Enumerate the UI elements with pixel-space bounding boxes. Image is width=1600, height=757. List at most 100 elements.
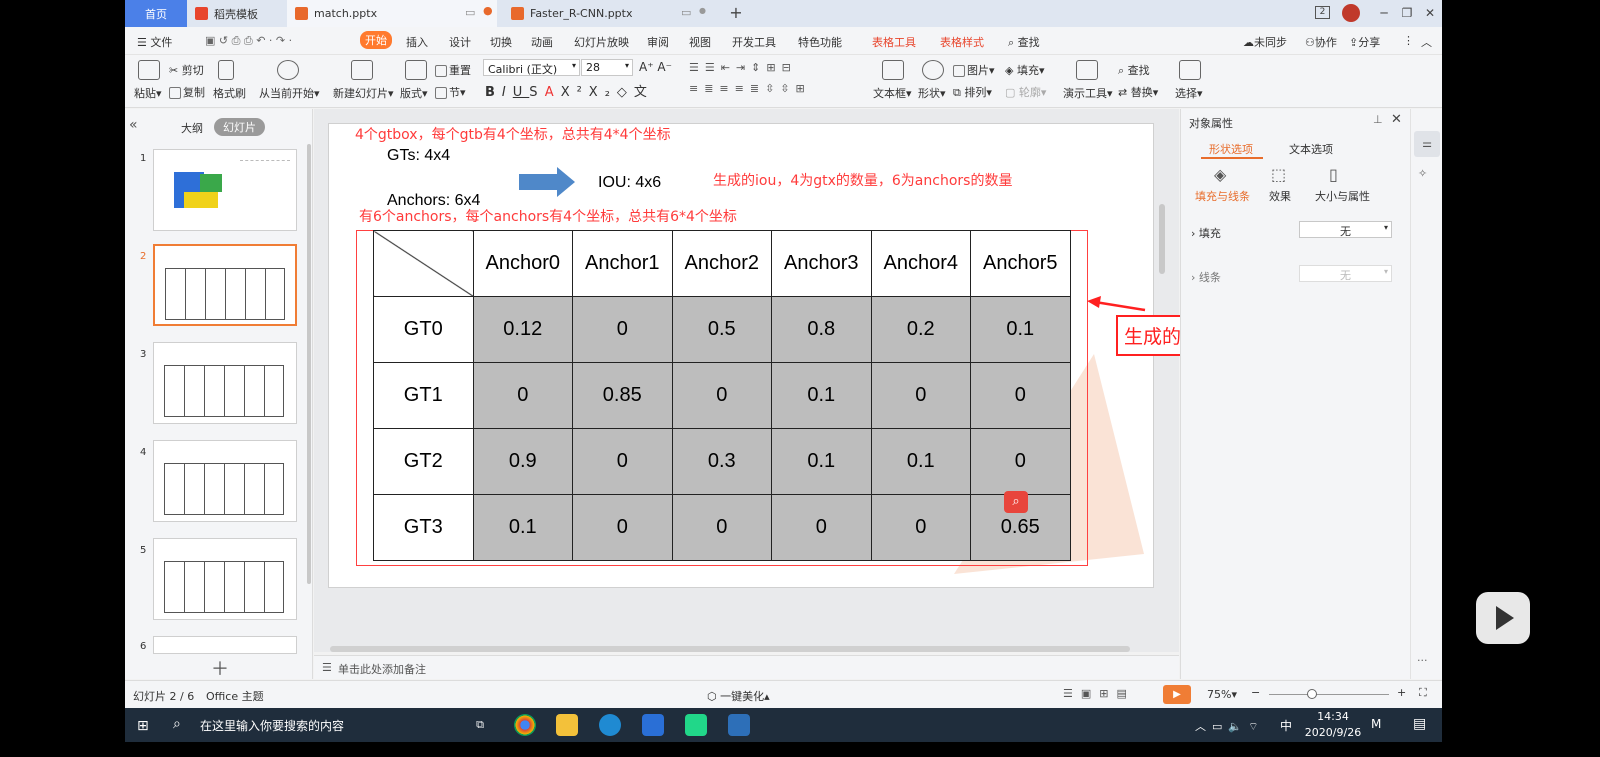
beautify-button[interactable]: ⬡ 一键美化▴ <box>707 688 770 704</box>
minimize-icon[interactable]: ─ <box>1375 4 1393 22</box>
paste-icon[interactable] <box>138 60 160 80</box>
font-size-buttons[interactable]: A⁺ A⁻ <box>639 60 672 74</box>
notes-bar[interactable]: ☰ 单击此处添加备注 <box>314 655 1179 679</box>
pycharm-icon[interactable] <box>685 714 707 736</box>
new-tab-button[interactable]: + <box>727 4 745 22</box>
select-button[interactable]: 选择▾ <box>1175 85 1203 101</box>
table-cell[interactable]: 0.1 <box>771 362 872 429</box>
clock-date[interactable]: 2020/9/26 <box>1293 726 1373 739</box>
paste-button[interactable]: 粘贴▾ <box>134 85 162 101</box>
header-cell[interactable]: Anchor5 <box>970 230 1071 297</box>
table-cell[interactable]: 0 <box>970 428 1071 495</box>
taskbar-search[interactable]: 在这里输入你要搜索的内容 <box>200 717 344 734</box>
shape-button[interactable]: 形状▾ <box>918 85 946 101</box>
magnifier-icon[interactable]: ⌕ <box>1004 491 1028 513</box>
menu-search[interactable]: ⌕ 查找 <box>1008 34 1040 50</box>
table-cell[interactable]: 0 <box>572 296 673 363</box>
align-buttons[interactable]: ≡≣≡≡≣⇳⇳⊞ <box>689 82 811 95</box>
row-label[interactable]: GT1 <box>373 362 474 429</box>
row-label[interactable]: GT0 <box>373 296 474 363</box>
tab-home[interactable]: 首页 <box>125 0 187 27</box>
collapse-ribbon-icon[interactable]: ︿ <box>1421 34 1432 50</box>
reset-button[interactable]: 重置 <box>435 62 471 78</box>
sync-status[interactable]: ☁未同步 <box>1243 34 1287 50</box>
table-cell[interactable]: 0 <box>572 428 673 495</box>
zoom-slider-thumb[interactable] <box>1307 689 1317 699</box>
table-cell[interactable]: 0 <box>572 494 673 561</box>
copy-button[interactable]: 复制 <box>169 84 205 100</box>
menu-design[interactable]: 设计 <box>449 34 471 50</box>
table-cell[interactable]: 0.2 <box>870 296 971 363</box>
window-count-badge[interactable]: 2 <box>1315 6 1330 19</box>
slide-panel-scrollbar[interactable] <box>307 144 311 584</box>
fill-and-line-tab[interactable]: 填充与线条 <box>1195 188 1250 204</box>
restore-icon[interactable]: ❐ <box>1398 4 1416 22</box>
textbox-button[interactable]: 文本框▾ <box>873 85 912 101</box>
more-icon[interactable]: ⋮ <box>1403 34 1414 47</box>
match-quality-table[interactable]: Anchor0 Anchor1 Anchor2 Anchor3 Anchor4 … <box>373 230 1071 561</box>
pin-side-icon[interactable]: ✧ <box>1418 167 1427 180</box>
table-cell[interactable]: 0 <box>472 362 573 429</box>
replace-button[interactable]: ⇄ 替换▾ <box>1118 84 1158 100</box>
table-cell[interactable]: 0.1 <box>472 494 573 561</box>
zoom-in-button[interactable]: + <box>1397 686 1406 699</box>
edge-icon[interactable] <box>599 714 621 736</box>
collab-button[interactable]: ⚇协作 <box>1305 34 1337 50</box>
table-cell[interactable]: 0 <box>671 362 772 429</box>
effects-tab[interactable]: 效果 <box>1269 188 1291 204</box>
outline-tab[interactable]: 大纲 <box>181 120 203 136</box>
pin-icon[interactable]: ⊥ <box>1373 113 1383 126</box>
fill-section[interactable]: › 填充 <box>1191 225 1221 241</box>
ime-indicator[interactable]: 中 <box>1280 717 1292 734</box>
share-button[interactable]: ⇪分享 <box>1349 34 1380 50</box>
slide-thumbnail-2[interactable] <box>153 244 297 326</box>
zoom-slider[interactable] <box>1269 694 1389 695</box>
play-from-start-icon[interactable] <box>277 60 299 80</box>
header-cell[interactable]: Anchor4 <box>870 230 971 297</box>
system-tray-icons[interactable]: ︿▭🔈⌔ <box>1195 718 1264 734</box>
slide-thumbnail-4[interactable] <box>153 440 297 522</box>
font-format-buttons[interactable]: BIUSAX²X₂◇文 <box>485 81 654 100</box>
windows-start-icon[interactable]: ⊞ <box>137 718 149 734</box>
header-cell[interactable]: Anchor3 <box>771 230 872 297</box>
slides-tab[interactable]: 幻灯片 <box>214 118 265 136</box>
layout-icon[interactable] <box>405 60 427 80</box>
presentation-tools-button[interactable]: 演示工具▾ <box>1063 85 1113 101</box>
add-slide-button[interactable]: ＋ <box>211 655 229 681</box>
section-button[interactable]: 节▾ <box>435 84 466 100</box>
line-select[interactable]: 无 ▾ <box>1299 265 1392 282</box>
tab-faster-rcnn[interactable]: Faster_R-CNN.pptx ▭ ● <box>503 0 713 27</box>
paragraph-buttons[interactable]: ☰☰⇤⇥⇕⊞⊟ <box>689 61 797 74</box>
size-properties-tab[interactable]: 大小与属性 <box>1315 188 1370 204</box>
fill-button[interactable]: ◈ 填充▾ <box>1005 62 1045 78</box>
slide-thumbnail-5[interactable] <box>153 538 297 620</box>
size-icon[interactable]: ▯ <box>1329 165 1338 184</box>
menu-view[interactable]: 视图 <box>689 34 711 50</box>
slide[interactable]: 4个gtbox，每个gtb有4个坐标，总共有4*4个坐标 GTs: 4x4 IO… <box>328 123 1396 588</box>
menu-animation[interactable]: 动画 <box>531 34 553 50</box>
menu-table-style[interactable]: 表格样式 <box>940 34 984 50</box>
menu-insert[interactable]: 插入 <box>406 34 428 50</box>
zoom-level[interactable]: 75%▾ <box>1207 688 1237 701</box>
table-cell[interactable]: 0.12 <box>472 296 573 363</box>
row-label[interactable]: GT3 <box>373 494 474 561</box>
shape-options-tab[interactable]: 形状选项 <box>1209 141 1253 157</box>
fill-bucket-icon[interactable]: ◈ <box>1214 165 1226 184</box>
collapse-panel-icon[interactable]: « <box>129 117 138 133</box>
canvas-horizontal-scrollbar[interactable] <box>330 646 1130 652</box>
file-menu[interactable]: ☰ 文件 <box>137 34 172 50</box>
table-cell[interactable]: 0.85 <box>572 362 673 429</box>
zoom-out-button[interactable]: − <box>1251 686 1260 699</box>
fill-select[interactable]: 无 ▾ <box>1299 221 1392 238</box>
view-buttons[interactable]: ☰▣⊞▤ <box>1063 687 1135 700</box>
cut-button[interactable]: ✂ 剪切 <box>169 62 204 78</box>
table-cell[interactable]: 0.1 <box>870 428 971 495</box>
line-section[interactable]: › 线条 <box>1191 269 1221 285</box>
menu-table-tools[interactable]: 表格工具 <box>872 34 916 50</box>
new-slide-icon[interactable] <box>351 60 373 80</box>
text-options-tab[interactable]: 文本选项 <box>1289 141 1333 157</box>
menu-developer[interactable]: 开发工具 <box>732 34 776 50</box>
close-panel-icon[interactable]: ✕ <box>1391 112 1402 127</box>
table-cell[interactable]: 0.9 <box>472 428 573 495</box>
textbox-icon[interactable] <box>882 60 904 80</box>
